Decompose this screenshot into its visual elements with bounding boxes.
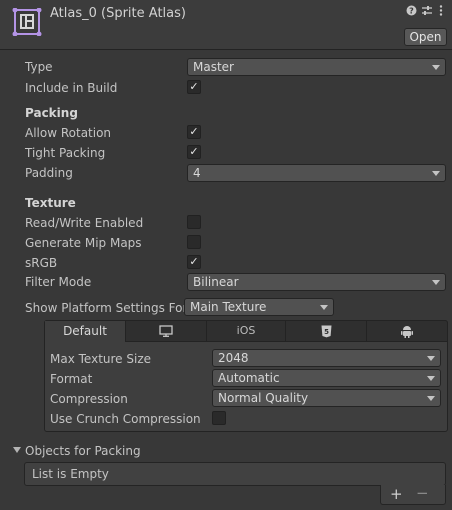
tab-ios-label: iOS — [236, 324, 256, 337]
tight-packing-label: Tight Packing — [25, 146, 106, 160]
format-dropdown[interactable]: Automatic — [212, 369, 441, 387]
platform-settings-dropdown[interactable]: Main Texture — [184, 298, 334, 316]
open-button[interactable]: Open — [404, 28, 447, 46]
tab-standalone[interactable] — [126, 321, 207, 342]
max-texture-size-dropdown[interactable]: 2048 — [212, 349, 441, 367]
mip-maps-checkbox[interactable] — [187, 235, 201, 249]
filter-mode-dropdown[interactable]: Bilinear — [187, 273, 446, 291]
crunch-compression-label: Use Crunch Compression — [50, 412, 201, 426]
foldout-arrow-icon[interactable] — [13, 447, 21, 453]
compression-value: Normal Quality — [218, 391, 309, 405]
chevron-down-icon — [427, 376, 435, 381]
srgb-label: sRGB — [25, 256, 58, 270]
asset-title: Atlas_0 (Sprite Atlas) — [50, 6, 186, 21]
compression-label: Compression — [50, 392, 128, 406]
monitor-icon — [159, 325, 173, 337]
chevron-down-icon — [432, 65, 440, 70]
compression-dropdown[interactable]: Normal Quality — [212, 389, 441, 407]
chevron-down-icon — [320, 305, 328, 310]
tab-android[interactable] — [367, 321, 447, 342]
list-empty-text: List is Empty — [32, 467, 109, 481]
type-dropdown[interactable]: Master — [187, 58, 446, 76]
chevron-down-icon — [432, 280, 440, 285]
preset-sliders-icon[interactable] — [421, 5, 433, 19]
type-label: Type — [25, 60, 53, 74]
sprite-atlas-icon — [12, 7, 42, 37]
mip-maps-label: Generate Mip Maps — [25, 236, 142, 250]
padding-value: 4 — [193, 166, 201, 180]
read-write-checkbox[interactable] — [187, 215, 201, 229]
svg-text:5: 5 — [324, 328, 329, 336]
read-write-label: Read/Write Enabled — [25, 216, 144, 230]
android-icon — [401, 326, 413, 338]
platform-settings-label: Show Platform Settings For — [25, 301, 188, 315]
format-label: Format — [50, 372, 93, 386]
objects-for-packing-label[interactable]: Objects for Packing — [25, 443, 141, 459]
tab-webgl[interactable]: 5 — [286, 321, 367, 342]
remove-item-button[interactable]: − — [416, 484, 429, 502]
type-value: Master — [193, 60, 234, 74]
tight-packing-checkbox[interactable]: ✓ — [187, 145, 201, 159]
crunch-compression-checkbox[interactable] — [212, 411, 226, 425]
packing-section-header: Packing — [25, 106, 78, 120]
texture-section-header: Texture — [25, 196, 76, 210]
include-in-build-checkbox[interactable]: ✓ — [187, 80, 201, 94]
more-menu-icon[interactable] — [439, 5, 443, 19]
svg-text:?: ? — [409, 7, 414, 16]
format-value: Automatic — [218, 371, 280, 385]
tab-default[interactable]: Default — [45, 321, 126, 342]
objects-list: List is Empty — [24, 462, 446, 486]
allow-rotation-checkbox[interactable]: ✓ — [187, 125, 201, 139]
srgb-checkbox[interactable]: ✓ — [187, 255, 201, 269]
tab-default-label: Default — [63, 324, 107, 338]
chevron-down-icon — [427, 396, 435, 401]
tab-ios[interactable]: iOS — [207, 321, 286, 342]
chevron-down-icon — [432, 171, 440, 176]
padding-label: Padding — [25, 166, 73, 180]
add-item-button[interactable]: + — [390, 485, 403, 503]
filter-mode-label: Filter Mode — [25, 275, 92, 289]
help-icon[interactable]: ? — [406, 5, 417, 19]
chevron-down-icon — [427, 356, 435, 361]
html5-icon: 5 — [321, 325, 331, 338]
filter-mode-value: Bilinear — [193, 275, 239, 289]
max-texture-size-value: 2048 — [218, 351, 249, 365]
max-texture-size-label: Max Texture Size — [50, 352, 151, 366]
platform-settings-value: Main Texture — [190, 300, 267, 314]
padding-dropdown[interactable]: 4 — [187, 164, 446, 182]
include-in-build-label: Include in Build — [25, 81, 118, 95]
allow-rotation-label: Allow Rotation — [25, 126, 112, 140]
